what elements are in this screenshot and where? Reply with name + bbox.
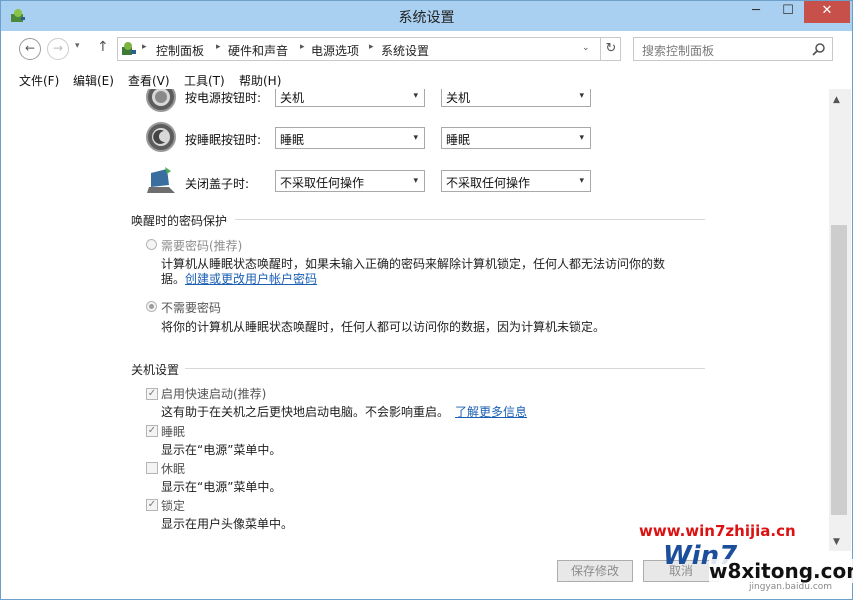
chevron-down-icon: ▾ <box>413 91 418 101</box>
menu-tools[interactable]: 工具(T) <box>184 72 225 89</box>
hibernate-desc: 显示在“电源”菜单中。 <box>161 480 282 494</box>
breadcrumb-control-panel[interactable]: 控制面板 <box>156 42 204 59</box>
require-password-radio[interactable] <box>146 239 157 250</box>
maximize-button[interactable]: ☐ <box>773 1 803 23</box>
scroll-up-icon[interactable]: ▲ <box>833 95 840 105</box>
select-value: 睡眠 <box>280 133 305 147</box>
system-settings-window: 系统设置 ─ ☐ ✕ ← → ▾ ↑ ▸ 控制面板 ▸ 硬件和声音 ▸ 电源选项… <box>0 0 853 600</box>
address-bar[interactable]: ▸ 控制面板 ▸ 硬件和声音 ▸ 电源选项 ▸ 系统设置 ⌄ ↻ <box>117 37 621 61</box>
watermark-baidu: jingyan.baidu.com <box>749 582 833 592</box>
sleep-desc: 显示在“电源”菜单中。 <box>161 443 282 457</box>
close-button[interactable]: ✕ <box>804 1 850 23</box>
power-button-plugged-select[interactable]: 关机 ▾ <box>441 89 591 107</box>
refresh-button[interactable]: ↻ <box>600 38 621 60</box>
breadcrumb-separator-icon: ▸ <box>216 42 221 52</box>
breadcrumb-separator-icon: ▸ <box>369 42 374 52</box>
chevron-down-icon: ▾ <box>413 176 418 186</box>
lock-label: 锁定 <box>161 499 186 513</box>
hibernate-checkbox[interactable] <box>146 462 158 474</box>
power-button-label: 按电源按钮时: <box>185 91 262 105</box>
breadcrumb-system-settings[interactable]: 系统设置 <box>381 42 429 59</box>
search-icon[interactable] <box>812 42 826 56</box>
menu-file[interactable]: 文件(F) <box>19 72 59 89</box>
no-password-radio[interactable] <box>146 301 157 312</box>
sleep-button-icon <box>146 122 176 152</box>
require-password-label: 需要密码(推荐) <box>161 239 243 253</box>
menu-view[interactable]: 查看(V) <box>128 72 170 89</box>
watermark: www.win7zhijia.cn Win7 w8xitong.com jing… <box>629 519 853 599</box>
forward-button[interactable]: → <box>47 38 69 60</box>
chevron-down-icon[interactable]: ⌄ <box>582 43 590 53</box>
fast-startup-label: 启用快速启动(推荐) <box>161 387 267 401</box>
search-placeholder: 搜索控制面板 <box>642 44 715 58</box>
recent-locations-icon[interactable]: ▾ <box>75 41 80 51</box>
select-value: 睡眠 <box>446 133 471 147</box>
watermark-url: www.win7zhijia.cn <box>639 522 796 540</box>
section-divider <box>235 219 705 220</box>
select-value: 不采取任何操作 <box>280 176 365 190</box>
sleep-button-label: 按睡眠按钮时: <box>185 133 262 147</box>
select-value: 不采取任何操作 <box>446 176 531 190</box>
minimize-button[interactable]: ─ <box>741 1 771 23</box>
require-password-desc-line2: 据。 <box>161 272 186 286</box>
breadcrumb-separator-icon: ▸ <box>300 42 305 52</box>
chevron-down-icon: ▾ <box>413 133 418 143</box>
hibernate-label: 休眠 <box>161 462 186 476</box>
sleep-checkbox[interactable]: ✓ <box>146 425 158 437</box>
fast-startup-desc-text: 这有助于在关机之后更快地启动电脑。不会影响重启。 <box>161 405 450 419</box>
shutdown-section-heading: 关机设置 <box>131 363 180 377</box>
title-bar: 系统设置 ─ ☐ ✕ <box>1 1 852 31</box>
lock-desc: 显示在用户头像菜单中。 <box>161 517 294 531</box>
lid-close-plugged-select[interactable]: 不采取任何操作 ▾ <box>441 170 591 192</box>
settings-content: 按电源按钮时: 关机 ▾ 关机 ▾ 按睡眠按钮时: 睡眠 ▾ 睡眠 ▾ 关闭盖子… <box>1 89 829 559</box>
section-divider <box>185 368 705 369</box>
power-button-battery-select[interactable]: 关机 ▾ <box>275 89 425 107</box>
lock-checkbox[interactable]: ✓ <box>146 499 158 511</box>
require-password-desc-cont: 据。创建或更改用户帐户密码 <box>161 270 317 287</box>
lid-close-label: 关闭盖子时: <box>185 177 250 191</box>
fast-startup-desc: 这有助于在关机之后更快地启动电脑。不会影响重启。 了解更多信息 <box>161 403 527 420</box>
chevron-down-icon: ▾ <box>579 91 584 101</box>
navigation-bar: ← → ▾ ↑ ▸ 控制面板 ▸ 硬件和声音 ▸ 电源选项 ▸ 系统设置 ⌄ ↻… <box>1 31 852 69</box>
select-value: 关机 <box>446 91 471 105</box>
watermark-site: w8xitong.com <box>709 559 853 583</box>
window-title: 系统设置 <box>398 10 455 26</box>
lid-close-battery-select[interactable]: 不采取任何操作 ▾ <box>275 170 425 192</box>
learn-more-link[interactable]: 了解更多信息 <box>455 405 527 419</box>
menu-help[interactable]: 帮助(H) <box>239 72 281 89</box>
select-value: 关机 <box>280 91 305 105</box>
menu-edit[interactable]: 编辑(E) <box>73 72 114 89</box>
no-password-label: 不需要密码 <box>161 301 222 315</box>
chevron-down-icon: ▾ <box>579 133 584 143</box>
sleep-button-battery-select[interactable]: 睡眠 ▾ <box>275 127 425 149</box>
menu-bar: 文件(F) 编辑(E) 查看(V) 工具(T) 帮助(H) <box>1 69 852 89</box>
control-panel-icon <box>122 42 136 55</box>
change-password-link[interactable]: 创建或更改用户帐户密码 <box>185 272 317 286</box>
fast-startup-checkbox[interactable]: ✓ <box>146 388 158 400</box>
no-password-desc: 将你的计算机从睡眠状态唤醒时，任何人都可以访问你的数据，因为计算机未锁定。 <box>161 320 606 334</box>
laptop-lid-icon <box>147 167 175 193</box>
sleep-button-plugged-select[interactable]: 睡眠 ▾ <box>441 127 591 149</box>
password-section-heading: 唤醒时的密码保护 <box>131 214 228 228</box>
scrollbar-thumb[interactable] <box>831 225 847 515</box>
vertical-scrollbar[interactable]: ▲ ▼ <box>829 89 851 551</box>
search-box[interactable]: 搜索控制面板 <box>633 37 833 61</box>
save-changes-button[interactable]: 保存修改 <box>557 560 633 582</box>
breadcrumb-power-options[interactable]: 电源选项 <box>311 42 359 59</box>
breadcrumb-separator-icon: ▸ <box>142 42 147 52</box>
sleep-label: 睡眠 <box>161 425 186 439</box>
power-button-icon <box>146 89 176 112</box>
breadcrumb-hardware-sound[interactable]: 硬件和声音 <box>228 42 288 59</box>
chevron-down-icon: ▾ <box>579 176 584 186</box>
back-button[interactable]: ← <box>19 38 41 60</box>
up-button[interactable]: ↑ <box>97 39 109 55</box>
